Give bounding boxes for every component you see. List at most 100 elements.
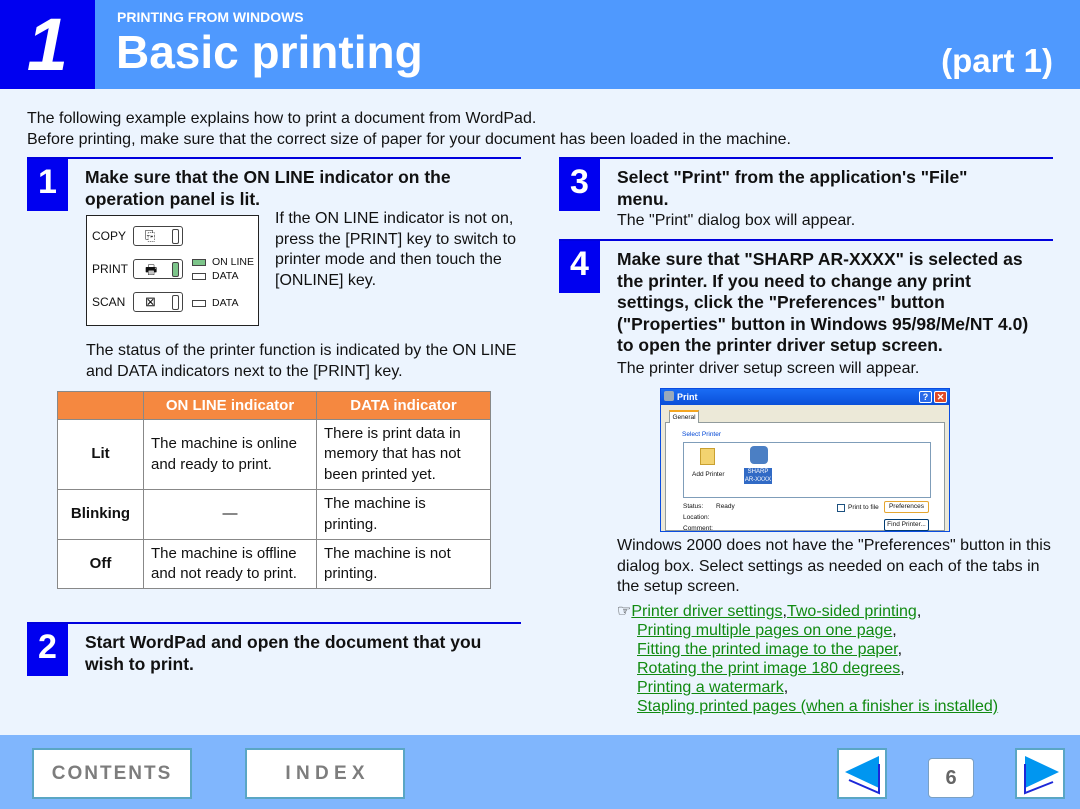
print-dialog-screenshot: Print ? ✕ General Add Printer SHARP AR-X…	[660, 388, 950, 532]
tab-general: General	[669, 410, 699, 423]
printer-icon: 🖶	[145, 262, 158, 277]
table-cell: The machine is online and ready to print…	[143, 419, 317, 490]
step-3: 3 Select "Print" from the application's …	[559, 157, 1053, 232]
online-indicator-label: ON LINE	[212, 256, 255, 268]
link-multiple-pages[interactable]: Printing multiple pages on one page	[637, 622, 892, 639]
link-line: Rotating the print image 180 degrees,	[637, 660, 905, 677]
table-header: ON LINE indicator	[143, 391, 317, 420]
table-row: Off The machine is offline and not ready…	[57, 539, 491, 589]
step-number: 4	[559, 241, 600, 293]
close-icon: ✕	[934, 391, 947, 403]
pointing-hand-icon: ☞	[617, 603, 632, 620]
print-key: 🖶	[133, 259, 183, 279]
arrow-right-icon	[1024, 756, 1059, 795]
step-body: The "Print" dialog box will appear.	[617, 212, 856, 229]
scan-key-label: SCAN	[92, 295, 126, 309]
contents-button[interactable]: CONTENTS	[32, 748, 192, 799]
print-to-file-checkbox	[837, 504, 845, 512]
help-icon: ?	[919, 391, 932, 403]
section-label: PRINTING FROM WINDOWS	[117, 9, 304, 25]
print-lamp	[172, 262, 179, 277]
sharp-printer-icon	[750, 446, 768, 464]
table-cell: There is print data in memory that has n…	[316, 419, 491, 490]
copy-lamp	[172, 229, 179, 244]
footer-nav: CONTENTS I N D E X 6	[0, 735, 1080, 809]
table-header: DATA indicator	[316, 391, 491, 420]
scanner-icon: ⊠	[145, 294, 156, 309]
dialog-title: Print	[677, 392, 698, 402]
index-button[interactable]: I N D E X	[245, 748, 405, 799]
step-number: 2	[27, 624, 68, 676]
online-indicator: ON LINE	[192, 256, 254, 268]
link-line: Stapling printed pages (when a finisher …	[617, 697, 998, 716]
step-title: Make sure that "SHARP AR-XXXX" is select…	[617, 249, 1029, 355]
link-line: ☞Printer driver settings,Two-sided print…	[617, 603, 922, 620]
previous-page-button[interactable]	[837, 748, 887, 799]
step-title: Select "Print" from the application's "F…	[617, 167, 968, 209]
related-links: ☞Printer driver settings,Two-sided print…	[617, 602, 998, 716]
page-number: 6	[928, 758, 974, 798]
location-label: Location:	[683, 514, 710, 521]
step-4-note: Windows 2000 does not have the "Preferen…	[617, 537, 1051, 595]
scan-lamp	[172, 295, 179, 310]
intro-line: The following example explains how to pr…	[27, 110, 537, 127]
intro-line: Before printing, make sure that the corr…	[27, 131, 791, 148]
table-header	[57, 391, 144, 420]
row-header: Off	[57, 539, 144, 589]
copy-key-label: COPY	[92, 229, 127, 243]
step-title: Make sure that the ON LINE indicator on …	[85, 167, 451, 209]
select-printer-group-label: Select Printer	[681, 431, 723, 438]
link-stapling[interactable]: Stapling printed pages (when a finisher …	[637, 698, 998, 715]
part-label: (part 1)	[941, 42, 1053, 79]
link-watermark[interactable]: Printing a watermark	[637, 679, 784, 696]
comment-label: Comment:	[683, 525, 713, 532]
print-to-file-label: Print to file	[848, 504, 879, 511]
scan-data-indicator: DATA	[192, 297, 238, 309]
data-indicator: DATA	[192, 270, 238, 282]
copy-icon: ⎘	[145, 228, 156, 243]
add-printer-icon	[700, 448, 715, 465]
sharp-printer-label: SHARP AR-XXXX	[744, 468, 772, 484]
printer-list: Add Printer SHARP AR-XXXX	[683, 442, 931, 498]
printer-icon	[664, 391, 674, 401]
data-indicator-light	[192, 272, 206, 280]
scan-data-indicator-label: DATA	[212, 297, 239, 309]
link-line: Fitting the printed image to the paper,	[637, 641, 903, 658]
step-number: 3	[559, 159, 600, 211]
link-printer-driver-settings[interactable]: Printer driver settings	[631, 603, 782, 620]
step-1-body: If the ON LINE indicator is not on, pres…	[275, 210, 516, 289]
table-header-row: ON LINE indicator DATA indicator	[57, 391, 491, 420]
link-two-sided-printing[interactable]: Two-sided printing	[787, 603, 917, 620]
preferences-button: Preferences	[884, 501, 929, 513]
table-cell: The machine is not printing.	[316, 539, 491, 589]
status-table: ON LINE indicator DATA indicator Lit The…	[57, 391, 491, 589]
link-line: Printing a watermark,	[637, 679, 789, 696]
link-line: Printing multiple pages on one page,	[637, 622, 897, 639]
next-page-button[interactable]	[1015, 748, 1065, 799]
table-cell: The machine is offline and not ready to …	[143, 539, 317, 589]
page-header: 1 PRINTING FROM WINDOWS Basic printing (…	[0, 0, 1080, 89]
row-header: Blinking	[57, 489, 144, 540]
status-value: Ready	[716, 503, 735, 510]
step-title: Start WordPad and open the document that…	[85, 632, 482, 674]
copy-key: ⎘	[133, 226, 183, 246]
scan-data-indicator-light	[192, 299, 206, 307]
step-number: 1	[27, 159, 68, 211]
link-fitting-image[interactable]: Fitting the printed image to the paper	[637, 641, 898, 658]
table-row: Lit The machine is online and ready to p…	[57, 419, 491, 490]
status-label: Status:	[683, 503, 704, 510]
step-body: The printer driver setup screen will app…	[617, 360, 920, 377]
step-2: 2 Start WordPad and open the document th…	[27, 622, 521, 677]
table-cell: The machine is printing.	[316, 489, 491, 540]
link-rotating-image[interactable]: Rotating the print image 180 degrees	[637, 660, 900, 677]
data-indicator-label: DATA	[212, 270, 239, 282]
intro: The following example explains how to pr…	[27, 108, 791, 150]
dialog-titlebar: Print ? ✕	[661, 389, 949, 405]
find-printer-button: Find Printer...	[884, 519, 929, 531]
table-cell: —	[143, 489, 317, 540]
online-indicator-light	[192, 258, 206, 266]
chapter-number: 1	[0, 0, 95, 89]
add-printer-label: Add Printer	[692, 471, 725, 478]
step-1: 1 Make sure that the ON LINE indicator o…	[27, 157, 521, 217]
step-4: 4 Make sure that "SHARP AR-XXXX" is sele…	[559, 239, 1053, 379]
